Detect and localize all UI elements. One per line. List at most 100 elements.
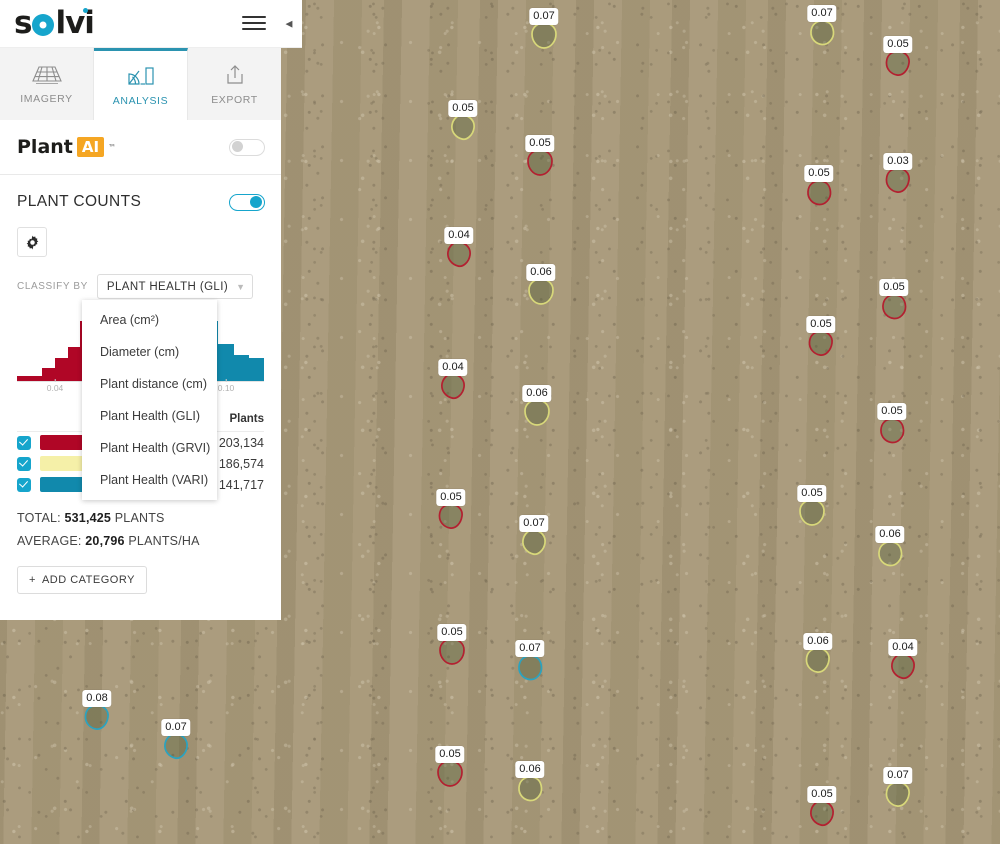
logo-text: s lvi [14,5,95,41]
hamburger-line [242,15,266,18]
plant-outline-icon [804,178,834,208]
main-tabs: IMAGERY ANALYSIS EXPORT [0,48,281,120]
plant-marker-label: 0.07 [807,5,837,22]
plant-outline-icon [444,240,474,270]
plant-marker-label: 0.07 [161,719,191,736]
plant-outline-icon [807,18,837,48]
plant-outline-icon [525,148,555,178]
dropdown-option[interactable]: Plant Health (GRVI) [82,432,217,464]
plant-outline-icon [797,498,827,528]
plant-ai-name: Plant [17,136,73,158]
plant-ai-badge: AI [76,137,105,157]
plant-marker-label: 0.04 [444,227,474,244]
plant-marker-label: 0.05 [436,489,466,506]
histogram-bar [233,354,249,381]
plant-marker-label: 0.07 [529,8,559,25]
plant-outline-icon [161,732,191,762]
hamburger-line [242,27,266,30]
plant-marker-label: 0.05 [879,279,909,296]
tab-label: ANALYSIS [112,95,169,107]
classify-by-select[interactable]: PLANT HEALTH (GLI) ▼ [96,274,254,299]
plant-marker-label: 0.04 [888,639,918,656]
total-suffix: PLANTS [111,511,165,525]
plant-outline-icon [82,703,112,733]
plant-outline-icon [803,646,833,676]
plant-counts-row: PLANT COUNTS [0,175,281,211]
average-plants-line: AVERAGE: 20,796 PLANTS/HA [17,534,264,548]
dropdown-option[interactable]: Plant Health (GLI) [82,400,217,432]
add-category-label: ADD CATEGORY [41,574,135,586]
plant-marker-label: 0.05 [437,624,467,641]
tab-analysis[interactable]: ANALYSIS [94,48,188,120]
plant-outline-icon [529,21,559,51]
plant-marker-label: 0.05 [525,135,555,152]
plant-marker-label: 0.05 [877,403,907,420]
classify-by-value: PLANT HEALTH (GLI) [106,280,229,293]
classify-by-row: CLASSIFY BY PLANT HEALTH (GLI) ▼ Area (c… [17,274,281,500]
plant-outline-icon [519,528,549,558]
plant-marker-label: 0.07 [515,640,545,657]
dropdown-option[interactable]: Plant Health (VARI) [82,464,217,496]
dropdown-option[interactable]: Area (cm²) [82,304,217,336]
plant-outline-icon [883,780,913,810]
histogram-bar [218,343,234,381]
category-checkbox[interactable] [17,477,31,492]
plant-marker-label: 0.05 [804,165,834,182]
add-category-button[interactable]: + ADD CATEGORY [17,566,147,594]
plant-marker-label: 0.07 [883,767,913,784]
plant-outline-icon [526,277,556,307]
plant-marker-label: 0.06 [515,761,545,778]
plant-outline-icon [877,416,907,446]
logo-letters-lvi: lvi [55,5,94,41]
tab-export[interactable]: EXPORT [188,48,281,120]
tab-label: EXPORT [211,93,258,106]
plant-outline-icon [883,166,913,196]
histogram-right-tick: 0.10 [217,379,235,393]
dropdown-option[interactable]: Plant distance (cm) [82,368,217,400]
plant-marker-label: 0.04 [438,359,468,376]
plant-marker-label: 0.05 [435,746,465,763]
plus-icon: + [29,574,36,586]
plant-marker-label: 0.05 [797,485,827,502]
plant-marker-label: 0.05 [448,100,478,117]
settings-button[interactable] [17,227,47,257]
plant-outline-icon [436,502,466,532]
histogram-left-tick: 0.04 [46,379,64,393]
plant-counts-toggle[interactable] [229,193,265,211]
histogram-bar [42,367,56,381]
category-checkbox[interactable] [17,435,31,450]
plant-outline-icon [522,398,552,428]
tab-imagery[interactable]: IMAGERY [0,48,94,120]
plant-ai-row: Plant AI ™ [0,120,281,175]
hamburger-menu-icon[interactable] [242,15,266,32]
plant-outline-icon [515,653,545,683]
plant-marker-label: 0.06 [526,264,556,281]
chevron-down-icon: ▼ [236,281,246,292]
classify-by-label: CLASSIFY BY [17,281,88,292]
dropdown-option[interactable]: Diameter (cm) [82,336,217,368]
field-grid-icon [31,65,62,84]
plant-counts-title: PLANT COUNTS [17,193,142,210]
app-header: s lvi ◀ [0,0,302,48]
plant-outline-icon [875,539,905,569]
plant-marker-label: 0.06 [522,385,552,402]
classify-by-dropdown[interactable]: Area (cm²) Diameter (cm) Plant distance (c… [82,300,217,500]
plant-outline-icon [515,774,545,804]
toggle-knob [250,195,262,208]
average-suffix: PLANTS/HA [124,534,200,548]
hamburger-line [242,21,266,24]
total-plants-line: TOTAL: 531,425 PLANTS [17,511,264,525]
plant-marker-label: 0.05 [883,36,913,53]
average-prefix: AVERAGE: [17,534,86,548]
plant-marker-label: 0.07 [519,515,549,532]
collapse-panel-arrow-icon[interactable]: ◀ [282,18,296,29]
totals-section: TOTAL: 531,425 PLANTS AVERAGE: 20,796 PL… [0,495,281,548]
plant-ai-trademark: ™ [108,142,117,152]
category-checkbox[interactable] [17,456,31,471]
histogram-bar [248,358,265,381]
panel-bottom-spacer [0,594,281,620]
analysis-sidebar: s lvi ◀ IMAGERY ANALYSIS EXPORT Plant AI… [0,0,302,620]
plant-outline-icon [806,329,836,359]
plant-ai-toggle[interactable] [229,138,265,156]
total-prefix: TOTAL: [17,511,65,525]
